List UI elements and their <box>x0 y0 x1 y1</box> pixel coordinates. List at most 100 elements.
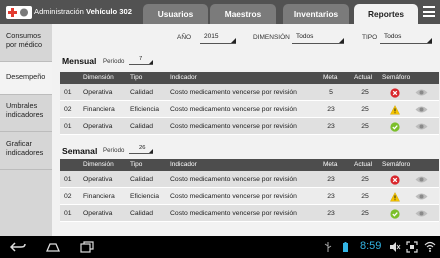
col-tipo: Tipo <box>130 74 143 81</box>
cell-meta: 5 <box>329 89 333 96</box>
sidebar-item-consumos[interactable]: Consumos por médico <box>0 31 52 58</box>
cell-dimension: Operativa <box>83 176 113 183</box>
view-eye-icon[interactable] <box>415 88 428 97</box>
col-indicador: Indicador <box>170 74 197 81</box>
semanal-period-select[interactable]: 26 <box>129 145 153 154</box>
dropdown-corner-icon <box>427 38 432 43</box>
cell-actual: 25 <box>361 89 369 96</box>
sidebar-item-label: Desempeño <box>6 72 46 81</box>
cell-tipo: Eficiencia <box>130 193 160 200</box>
year-label: AÑO <box>177 34 192 41</box>
cell-meta: 23 <box>327 123 335 130</box>
row-number: 01 <box>64 210 72 217</box>
year-select[interactable]: 2015 <box>200 32 236 44</box>
type-value: Todos <box>384 33 402 40</box>
app-title-prefix: Administración <box>34 7 84 16</box>
type-label: TIPO <box>362 34 378 41</box>
col-semaforo: Semáforo <box>382 161 411 168</box>
cell-tipo: Calidad <box>130 89 154 96</box>
dropdown-corner-icon <box>339 38 344 43</box>
semanal-period-value: 26 <box>139 145 146 151</box>
tab-maestros[interactable]: Maestros <box>210 4 276 24</box>
col-actual: Actual <box>354 161 373 168</box>
tab-usuarios[interactable]: Usuarios <box>143 4 208 24</box>
cell-dimension: Financiera <box>83 106 115 113</box>
cell-indicador: Costo medicamento vencerse por revisión <box>170 89 297 96</box>
tab-inventarios[interactable]: Inventarios <box>283 4 349 24</box>
view-eye-icon[interactable] <box>415 105 428 114</box>
app-title-vehicle: Vehículo 302 <box>85 7 132 16</box>
row-number: 01 <box>64 123 72 130</box>
view-eye-icon[interactable] <box>415 209 428 218</box>
sidebar-item-graficar[interactable]: Graficar indicadores <box>0 139 52 166</box>
table-row[interactable]: 01 Operativa Calidad Costo medicamento venc… <box>60 205 439 222</box>
table-row[interactable]: 02 Financiera Eficiencia Costo medicamento … <box>60 101 439 118</box>
tab-reportes[interactable]: Reportes <box>354 4 418 24</box>
cell-actual: 25 <box>361 106 369 113</box>
cell-dimension: Operativa <box>83 210 113 217</box>
col-meta: Meta <box>323 161 338 168</box>
cell-actual: 25 <box>361 193 369 200</box>
cell-dimension: Financiera <box>83 193 115 200</box>
usb-icon <box>324 242 332 252</box>
sidebar-divider <box>0 94 52 95</box>
dropdown-corner-icon <box>149 60 153 64</box>
system-navbar: 8:59 <box>0 236 440 258</box>
status-warning-icon <box>390 192 400 202</box>
dropdown-corner-icon <box>231 38 236 43</box>
cell-actual: 25 <box>361 176 369 183</box>
sidebar: Consumos por médico Desempeño Umbrales i… <box>0 24 52 236</box>
row-number: 02 <box>64 193 72 200</box>
table-row[interactable]: 01 Operativa Calidad Costo medicamento venc… <box>60 118 439 135</box>
mensual-period-select[interactable]: 7 <box>129 56 153 65</box>
cell-meta: 23 <box>327 176 335 183</box>
cell-actual: 25 <box>361 123 369 130</box>
col-actual: Actual <box>354 74 373 81</box>
cell-indicador: Costo medicamento vencerse por revisión <box>170 210 297 217</box>
view-eye-icon[interactable] <box>415 122 428 131</box>
cell-tipo: Calidad <box>130 123 154 130</box>
table-row[interactable]: 01 Operativa Calidad Costo medicamento venc… <box>60 84 439 101</box>
status-green-check-icon <box>390 122 400 132</box>
sidebar-item-desempeno[interactable]: Desempeño <box>0 62 52 94</box>
dropdown-corner-icon <box>149 149 153 153</box>
table-row[interactable]: 02 Financiera Eficiencia Costo medicamento … <box>60 188 439 205</box>
cell-indicador: Costo medicamento vencerse por revisión <box>170 176 297 183</box>
cell-tipo: Calidad <box>130 210 154 217</box>
col-indicador: Indicador <box>170 161 197 168</box>
cell-tipo: Eficiencia <box>130 106 160 113</box>
dimension-select[interactable]: Todos <box>292 32 344 44</box>
view-eye-icon[interactable] <box>415 192 428 201</box>
mensual-period-label: Período <box>103 58 125 65</box>
view-eye-icon[interactable] <box>415 175 428 184</box>
sidebar-item-umbrales[interactable]: Umbrales indicadores <box>0 101 52 128</box>
cell-dimension: Operativa <box>83 123 113 130</box>
col-tipo: Tipo <box>130 161 143 168</box>
col-dimension: Dimensión <box>83 161 114 168</box>
status-clock: 8:59 <box>360 240 382 252</box>
sidebar-divider <box>0 131 52 132</box>
row-number: 01 <box>64 89 72 96</box>
menu-icon[interactable] <box>423 6 435 18</box>
semanal-title: Semanal <box>62 146 98 156</box>
table-header: Dimensión Tipo Indicador Meta Actual Sem… <box>60 159 439 171</box>
col-dimension: Dimensión <box>83 74 114 81</box>
home-icon[interactable] <box>46 242 60 252</box>
sidebar-item-label: Graficar indicadores <box>6 139 44 157</box>
table-header: Dimensión Tipo Indicador Meta Actual Sem… <box>60 72 439 84</box>
type-select[interactable]: Todos <box>380 32 432 44</box>
cell-meta: 23 <box>327 210 335 217</box>
status-warning-icon <box>390 105 400 115</box>
col-semaforo: Semáforo <box>382 74 411 81</box>
table-row[interactable]: 01 Operativa Calidad Costo medicamento venc… <box>60 171 439 188</box>
row-number: 01 <box>64 176 72 183</box>
recent-apps-icon[interactable] <box>80 241 94 253</box>
mensual-period-value: 7 <box>139 56 143 62</box>
dimension-label: DIMENSIÓN <box>253 34 290 41</box>
cell-indicador: Costo medicamento vencerse por revisión <box>170 106 297 113</box>
mensual-title: Mensual <box>62 56 97 66</box>
back-icon[interactable] <box>10 242 26 252</box>
col-meta: Meta <box>323 74 338 81</box>
mute-icon <box>390 242 401 252</box>
screenshot-icon[interactable] <box>406 241 418 253</box>
